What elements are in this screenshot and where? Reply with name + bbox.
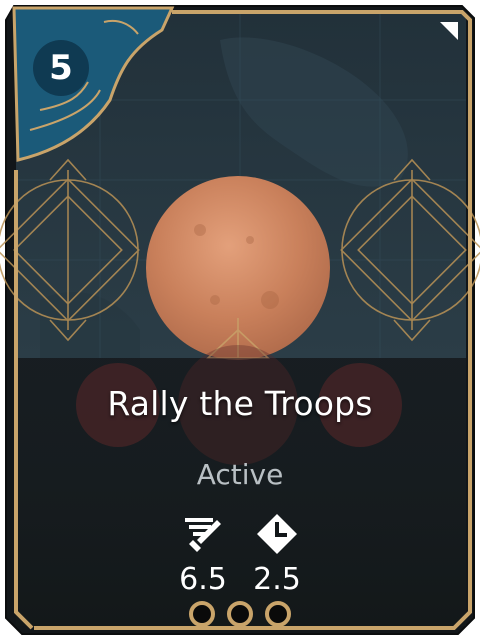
sword-speed-icon (168, 512, 238, 556)
cooldown-value: 2.5 (253, 562, 301, 597)
upgrade-pip (189, 601, 215, 627)
card-title: Rally the Troops (107, 384, 373, 423)
ability-card[interactable]: 5 Rally the Troops Active 6.5 2.5 (0, 0, 480, 640)
card-frame (0, 5, 480, 635)
damage-stat: 6.5 (168, 512, 238, 597)
cost-badge: 5 (33, 40, 89, 96)
upgrade-pip (265, 601, 291, 627)
upgrade-pip (227, 601, 253, 627)
cost-value: 5 (49, 48, 73, 88)
clock-icon (242, 512, 312, 556)
card-type: Active (196, 458, 284, 491)
damage-value: 6.5 (179, 562, 227, 597)
upgrade-pips (0, 601, 480, 627)
cooldown-stat: 2.5 (242, 512, 312, 597)
